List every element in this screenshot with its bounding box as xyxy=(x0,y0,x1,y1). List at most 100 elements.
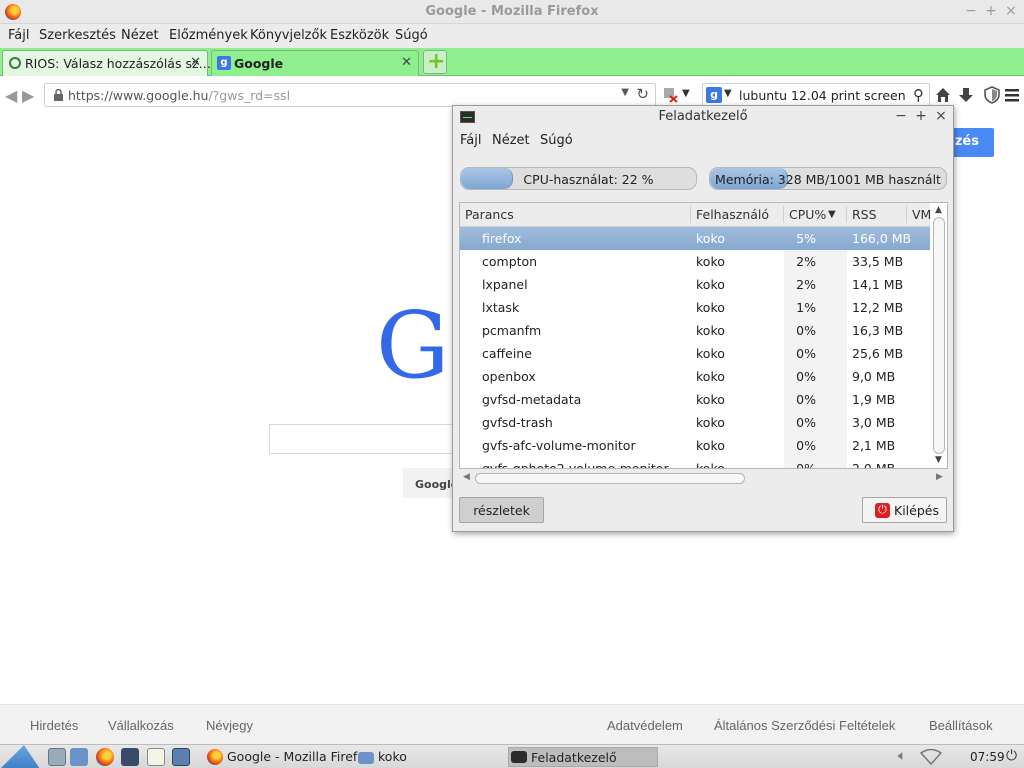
firefox-launcher-icon[interactable] xyxy=(96,748,114,766)
process-rss: 1,9 MB xyxy=(852,392,896,407)
process-row[interactable]: lxpanel koko 2% 14,1 MB xyxy=(460,273,930,296)
new-tab-button[interactable]: + xyxy=(423,49,447,74)
process-row[interactable]: gvfs-gphoto2-volume-monitor koko 0% 2,0 MB xyxy=(460,457,930,469)
tab-close-icon[interactable]: ✕ xyxy=(401,55,412,70)
close-icon[interactable]: × xyxy=(1004,3,1018,19)
screenshot-icon[interactable] xyxy=(121,748,139,766)
column-user[interactable]: Felhasználó xyxy=(696,207,769,222)
quit-button-label: Kilépés xyxy=(894,503,939,518)
process-cpu: 2% xyxy=(796,277,816,292)
addon-dropdown-icon[interactable]: ▼ xyxy=(682,88,690,99)
reload-icon[interactable]: ↻ xyxy=(636,85,649,103)
quit-button[interactable]: ⏻ Kilépés xyxy=(862,497,947,523)
column-rss[interactable]: RSS xyxy=(852,207,877,222)
process-row[interactable]: compton koko 2% 33,5 MB xyxy=(460,250,930,273)
taskbar-taskmanager[interactable]: Feladatkezelő xyxy=(508,747,658,767)
process-command: compton xyxy=(482,254,538,269)
column-vm[interactable]: VM xyxy=(912,207,931,222)
google-search-input[interactable] xyxy=(269,424,469,454)
taskbar-folder-label: koko xyxy=(378,749,407,764)
footer-link-settings[interactable]: Beállítások xyxy=(929,718,993,733)
scroll-left-icon[interactable]: ◀ xyxy=(463,472,470,482)
process-list[interactable]: Parancs Felhasználó CPU% ▼ RSS VM firefo… xyxy=(459,202,948,469)
footer-link-about[interactable]: Névjegy xyxy=(206,718,253,733)
tm-menu-help[interactable]: Súgó xyxy=(540,133,573,148)
tm-menu-view[interactable]: Nézet xyxy=(492,133,530,148)
menu-help[interactable]: Súgó xyxy=(395,28,428,43)
process-row[interactable]: firefox koko 5% 166,0 MB xyxy=(460,227,930,250)
taskbar-firefox[interactable]: Google - Mozilla Firefox xyxy=(205,747,372,767)
process-rss: 33,5 MB xyxy=(852,254,904,269)
scroll-right-icon[interactable]: ▶ xyxy=(936,472,943,482)
url-bar[interactable]: https://www.google.hu/?gws_rd=ssl ▼ ↻ xyxy=(44,83,656,107)
process-row[interactable]: gvfs-afc-volume-monitor koko 0% 2,1 MB xyxy=(460,434,930,457)
hamburger-menu-icon[interactable] xyxy=(1004,87,1020,103)
google-footer: Hirdetés Vállalkozás Névjegy Adatvédelem… xyxy=(0,704,1024,744)
scroll-up-icon[interactable]: ▲ xyxy=(935,205,942,215)
taskbar-folder[interactable]: koko xyxy=(356,747,407,767)
downloads-icon[interactable] xyxy=(957,86,975,104)
process-row[interactable]: lxtask koko 1% 12,2 MB xyxy=(460,296,930,319)
menu-tools[interactable]: Eszközök xyxy=(330,28,389,43)
footer-link-business[interactable]: Vállalkozás xyxy=(108,718,174,733)
search-icon[interactable]: ⚲ xyxy=(913,86,924,104)
tab-rios[interactable]: RIOS: Válasz hozzászólás sz… ✕ xyxy=(2,50,211,76)
maximize-icon[interactable]: + xyxy=(914,108,928,124)
scroll-thumb[interactable] xyxy=(933,217,945,454)
vertical-scrollbar[interactable]: ▲ ▼ xyxy=(932,205,947,467)
menu-bookmarks[interactable]: Könyvjelzők xyxy=(250,28,327,43)
shield-icon[interactable] xyxy=(983,86,1001,104)
horizontal-scroll-thumb[interactable] xyxy=(475,473,745,484)
menu-edit[interactable]: Szerkesztés xyxy=(39,28,116,43)
tab-close-icon[interactable]: ✕ xyxy=(190,55,201,70)
calculator-icon[interactable] xyxy=(172,748,190,766)
power-icon[interactable]: ⏻ xyxy=(1006,748,1017,764)
process-cpu: 0% xyxy=(796,323,816,338)
file-manager-icon[interactable] xyxy=(70,748,88,766)
process-row[interactable]: openbox koko 0% 9,0 MB xyxy=(460,365,930,388)
footer-link-terms[interactable]: Általános Szerződési Feltételek xyxy=(714,718,895,733)
volume-icon[interactable]: 🔈︎ xyxy=(898,748,906,764)
scroll-down-icon[interactable]: ▼ xyxy=(935,455,942,465)
process-user: koko xyxy=(696,415,725,430)
process-row[interactable]: caffeine koko 0% 25,6 MB xyxy=(460,342,930,365)
footer-link-ads[interactable]: Hirdetés xyxy=(30,718,78,733)
process-rss: 2,0 MB xyxy=(852,461,896,469)
search-engine-icon[interactable]: g xyxy=(706,87,722,103)
process-row[interactable]: gvfsd-trash koko 0% 3,0 MB xyxy=(460,411,930,434)
tab-google[interactable]: g Google ✕ xyxy=(211,50,419,76)
taskbar-taskmanager-label: Feladatkezelő xyxy=(531,750,617,765)
maximize-icon[interactable]: + xyxy=(984,3,998,19)
forward-icon[interactable]: ▶ xyxy=(22,86,34,105)
download-blocked-icon[interactable] xyxy=(662,87,678,103)
tm-menu-file[interactable]: Fájl xyxy=(460,133,481,148)
menu-history[interactable]: Előzmények xyxy=(169,28,248,43)
column-cpu[interactable]: CPU% xyxy=(789,207,826,222)
search-bar[interactable]: g ▼ lubuntu 12.04 print screen ⚲ xyxy=(702,83,930,107)
process-user: koko xyxy=(696,369,725,384)
process-row[interactable]: pcmanfm koko 0% 16,3 MB xyxy=(460,319,930,342)
horizontal-scrollbar[interactable]: ◀ ▶ xyxy=(461,471,947,485)
desktop-icon[interactable] xyxy=(48,748,66,766)
start-menu-button[interactable] xyxy=(0,745,40,768)
footer-link-privacy[interactable]: Adatvédelem xyxy=(607,718,683,733)
process-row[interactable]: gvfsd-metadata koko 0% 1,9 MB xyxy=(460,388,930,411)
close-icon[interactable]: × xyxy=(934,108,948,124)
home-icon[interactable] xyxy=(934,86,952,104)
sort-descending-icon: ▼ xyxy=(828,209,836,220)
process-command: lxtask xyxy=(482,300,520,315)
column-command[interactable]: Parancs xyxy=(465,207,514,222)
process-cpu: 0% xyxy=(796,438,816,453)
menu-view[interactable]: Nézet xyxy=(121,28,159,43)
search-input[interactable]: lubuntu 12.04 print screen xyxy=(739,88,906,103)
details-button[interactable]: részletek xyxy=(459,497,544,523)
process-command: gvfs-afc-volume-monitor xyxy=(482,438,636,453)
minimize-icon[interactable]: − xyxy=(964,3,978,19)
wifi-icon[interactable] xyxy=(920,749,942,765)
text-editor-icon[interactable] xyxy=(147,748,165,766)
history-dropdown-icon[interactable]: ▼ xyxy=(621,87,629,98)
engine-dropdown-icon[interactable]: ▼ xyxy=(724,88,732,99)
menu-file[interactable]: Fájl xyxy=(8,28,29,43)
minimize-icon[interactable]: − xyxy=(894,108,908,124)
back-icon[interactable]: ◀ xyxy=(5,86,17,105)
